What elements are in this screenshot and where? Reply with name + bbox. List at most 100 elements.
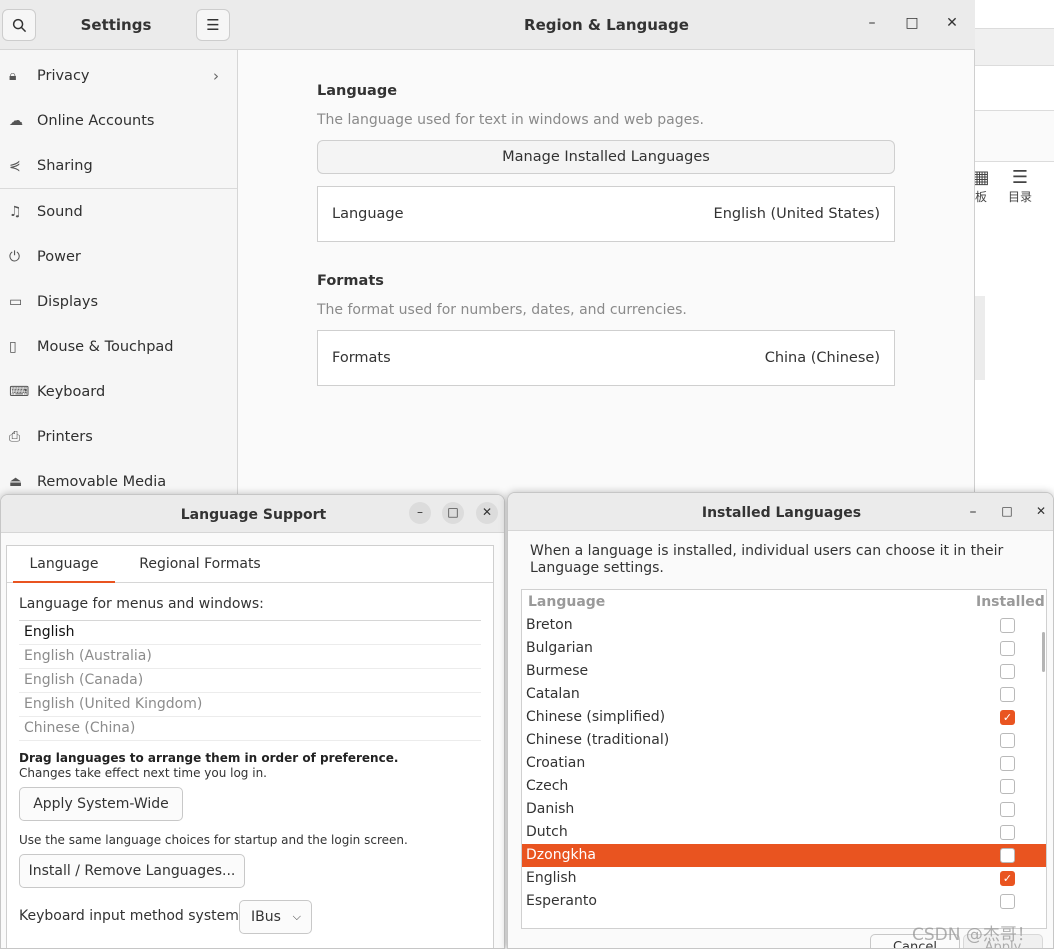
table-row[interactable]: Croatian: [522, 752, 1046, 775]
lock-icon: 🔒︎: [9, 67, 17, 84]
list-item[interactable]: English (United Kingdom): [19, 693, 481, 717]
table-row[interactable]: Catalan: [522, 683, 1046, 706]
language-row[interactable]: Language English (United States): [317, 186, 895, 242]
chevron-down-icon: ⌵: [292, 910, 301, 923]
formats-row-value: China (Chinese): [764, 350, 880, 366]
sidebar-item-printers[interactable]: ⎙ Printers: [0, 414, 237, 459]
printer-icon: ⎙: [9, 428, 21, 445]
table-row-selected[interactable]: Dzongkha: [522, 844, 1046, 867]
language-section-title: Language: [317, 83, 398, 99]
tab-language[interactable]: Language: [13, 546, 115, 583]
cloud-icon: ☁: [9, 112, 23, 129]
column-header-language[interactable]: Language: [528, 594, 605, 610]
install-remove-languages-button[interactable]: Install / Remove Languages...: [19, 854, 245, 888]
tab-regional-formats[interactable]: Regional Formats: [129, 546, 271, 583]
sidebar-item-online-accounts[interactable]: ☁ Online Accounts: [0, 98, 237, 143]
minimize-button[interactable]: –: [862, 15, 882, 31]
table-row[interactable]: Dutch: [522, 821, 1046, 844]
maximize-button[interactable]: □: [902, 15, 922, 31]
sidebar-item-mouse-touchpad[interactable]: ▯ Mouse & Touchpad: [0, 324, 237, 369]
power-icon: ⏻: [9, 248, 21, 265]
installed-languages-description: When a language is installed, individual…: [530, 543, 1004, 576]
mouse-icon: ▯: [9, 338, 17, 355]
manage-installed-languages-button[interactable]: Manage Installed Languages: [317, 140, 895, 174]
table-row[interactable]: Burmese: [522, 660, 1046, 683]
changes-hint: Changes take effect next time you log in…: [19, 766, 267, 780]
hamburger-icon: ☰: [206, 16, 220, 34]
list-item[interactable]: Chinese (China): [19, 717, 481, 741]
watermark: CSDN @杰哥！: [912, 925, 1034, 945]
sidebar-item-sound[interactable]: ♫ Sound: [0, 189, 237, 234]
display-icon: ▭: [9, 293, 23, 310]
input-method-dropdown[interactable]: IBus ⌵: [239, 900, 312, 934]
table-row[interactable]: English ✓: [522, 867, 1046, 890]
installed-checkbox[interactable]: [1000, 664, 1015, 679]
background-toolbar-band: [975, 110, 1054, 162]
content-header: Region & Language – □ ✕: [238, 0, 975, 50]
installed-checkbox[interactable]: [1000, 848, 1015, 863]
table-row[interactable]: Esperanto: [522, 890, 1046, 913]
language-support-window: Language Support – □ ✕ Language Regional…: [0, 494, 505, 949]
search-button[interactable]: [2, 9, 36, 41]
table-row[interactable]: Chinese (simplified) ✓: [522, 706, 1046, 729]
table-row[interactable]: Chinese (traditional): [522, 729, 1046, 752]
drag-hint: Drag languages to arrange them in order …: [19, 751, 399, 765]
installed-checkbox[interactable]: [1000, 825, 1015, 840]
apply-system-wide-button[interactable]: Apply System-Wide: [19, 787, 183, 821]
table-row[interactable]: Bulgarian: [522, 637, 1046, 660]
installed-checkbox[interactable]: ✓: [1000, 871, 1015, 886]
input-method-value: IBus: [251, 909, 281, 925]
language-support-header: Language Support – □ ✕: [1, 495, 504, 533]
sidebar-header: Settings ☰: [0, 0, 238, 50]
installed-checkbox[interactable]: [1000, 641, 1015, 656]
close-button[interactable]: ✕: [942, 15, 962, 31]
table-row[interactable]: Danish: [522, 798, 1046, 821]
list-item[interactable]: English (Canada): [19, 669, 481, 693]
background-tool-toc[interactable]: ☰ 目录: [1005, 168, 1035, 205]
formats-row[interactable]: Formats China (Chinese): [317, 330, 895, 386]
sidebar-item-keyboard[interactable]: ⌨ Keyboard: [0, 369, 237, 414]
minimize-button[interactable]: –: [963, 504, 983, 520]
column-header-installed[interactable]: Installed: [976, 594, 1045, 610]
language-row-value: English (United States): [713, 206, 880, 222]
sidebar-title: Settings: [80, 16, 152, 34]
music-note-icon: ♫: [9, 203, 22, 220]
list-icon: ☰: [1011, 167, 1029, 188]
tab-bar: Language Regional Formats: [7, 546, 493, 583]
apply-hint: Use the same language choices for startu…: [19, 833, 408, 847]
installed-checkbox[interactable]: [1000, 802, 1015, 817]
installed-languages-window: Installed Languages – □ ✕ When a languag…: [507, 492, 1054, 949]
formats-row-label: Formats: [332, 350, 391, 366]
usb-icon: ⏏: [9, 473, 23, 490]
sidebar-item-privacy[interactable]: 🔒︎ Privacy ›: [0, 53, 237, 98]
close-button[interactable]: ✕: [476, 502, 498, 524]
sidebar-item-sharing[interactable]: ⋞ Sharing: [0, 143, 237, 188]
installed-languages-table[interactable]: Language Installed Breton Bulgarian Burm…: [521, 589, 1047, 929]
keyboard-icon: ⌨: [9, 383, 30, 400]
share-icon: ⋞: [9, 157, 21, 174]
installed-checkbox[interactable]: [1000, 779, 1015, 794]
installed-checkbox[interactable]: [1000, 756, 1015, 771]
sidebar-item-displays[interactable]: ▭ Displays: [0, 279, 237, 324]
input-method-label: Keyboard input method system:: [19, 908, 244, 924]
minimize-button[interactable]: –: [409, 502, 431, 524]
installed-checkbox[interactable]: ✓: [1000, 710, 1015, 725]
language-support-notebook: Language Regional Formats Language for m…: [6, 545, 494, 948]
menu-button[interactable]: ☰: [196, 9, 230, 41]
sidebar-item-power[interactable]: ⏻ Power: [0, 234, 237, 279]
installed-checkbox[interactable]: [1000, 687, 1015, 702]
table-row[interactable]: Breton: [522, 614, 1046, 637]
installed-languages-header: Installed Languages – □ ✕: [508, 493, 1053, 531]
installed-checkbox[interactable]: [1000, 733, 1015, 748]
formats-section-description: The format used for numbers, dates, and …: [317, 302, 687, 318]
language-section-description: The language used for text in windows an…: [317, 112, 704, 128]
maximize-button[interactable]: □: [442, 502, 464, 524]
table-row[interactable]: Czech: [522, 775, 1046, 798]
installed-checkbox[interactable]: [1000, 618, 1015, 633]
language-order-list[interactable]: English English (Australia) English (Can…: [19, 620, 481, 741]
maximize-button[interactable]: □: [997, 504, 1017, 518]
installed-checkbox[interactable]: [1000, 894, 1015, 909]
list-item[interactable]: English (Australia): [19, 645, 481, 669]
close-button[interactable]: ✕: [1031, 504, 1051, 518]
list-item[interactable]: English: [19, 621, 481, 645]
